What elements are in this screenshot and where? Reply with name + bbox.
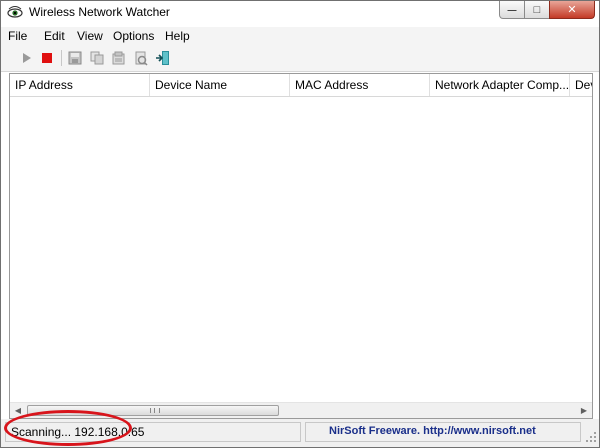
menu-file[interactable]: File bbox=[8, 29, 27, 43]
maximize-icon: □ bbox=[533, 3, 541, 16]
play-icon[interactable] bbox=[19, 50, 35, 66]
eye-icon bbox=[7, 6, 23, 18]
column-device-name[interactable]: Device Name bbox=[150, 74, 290, 96]
exit-icon[interactable] bbox=[155, 50, 171, 66]
stop-icon[interactable] bbox=[39, 50, 55, 66]
scroll-left-arrow[interactable]: ◀ bbox=[10, 403, 26, 418]
toolbar-separator bbox=[61, 50, 62, 66]
minimize-button[interactable]: — bbox=[499, 1, 525, 19]
resize-grip-icon[interactable] bbox=[585, 431, 597, 443]
status-bar: Scanning... 192.168.0.65 NirSoft Freewar… bbox=[1, 419, 599, 447]
menu-options[interactable]: Options bbox=[113, 29, 154, 43]
window-title: Wireless Network Watcher bbox=[29, 5, 170, 19]
title-bar[interactable]: Wireless Network Watcher — □ ✕ bbox=[1, 1, 599, 23]
horizontal-scrollbar[interactable]: ◀ ▶ bbox=[10, 402, 592, 418]
device-list[interactable]: IP Address Device Name MAC Address Netwo… bbox=[9, 73, 593, 419]
column-network-adapter-company[interactable]: Network Adapter Comp... bbox=[430, 74, 570, 96]
minimize-icon: — bbox=[507, 4, 517, 15]
refresh-icon[interactable] bbox=[133, 50, 149, 66]
save-icon[interactable] bbox=[67, 50, 83, 66]
list-body[interactable] bbox=[10, 97, 592, 402]
column-ip-address[interactable]: IP Address bbox=[10, 74, 150, 96]
copy-icon[interactable] bbox=[89, 50, 105, 66]
scroll-grip-icon bbox=[150, 408, 160, 413]
close-button[interactable]: ✕ bbox=[549, 1, 595, 19]
menu-view[interactable]: View bbox=[77, 29, 103, 43]
column-device-information[interactable]: Dev bbox=[570, 74, 592, 96]
scan-status-text: Scanning... 192.168.0.65 bbox=[11, 425, 145, 439]
menu-edit[interactable]: Edit bbox=[44, 29, 65, 43]
menu-help[interactable]: Help bbox=[165, 29, 190, 43]
menu-bar: File Edit View Options Help bbox=[1, 27, 599, 45]
column-mac-address[interactable]: MAC Address bbox=[290, 74, 430, 96]
scroll-right-arrow[interactable]: ▶ bbox=[576, 403, 592, 418]
properties-icon[interactable] bbox=[111, 50, 127, 66]
nirsoft-link[interactable]: NirSoft Freeware. http://www.nirsoft.net bbox=[329, 425, 536, 437]
close-icon: ✕ bbox=[567, 4, 577, 16]
scroll-thumb[interactable] bbox=[27, 405, 279, 416]
app-window: Wireless Network Watcher — □ ✕ File Edit… bbox=[0, 0, 600, 448]
toolbar bbox=[1, 45, 599, 72]
list-header: IP Address Device Name MAC Address Netwo… bbox=[10, 74, 592, 97]
maximize-button[interactable]: □ bbox=[524, 1, 550, 19]
